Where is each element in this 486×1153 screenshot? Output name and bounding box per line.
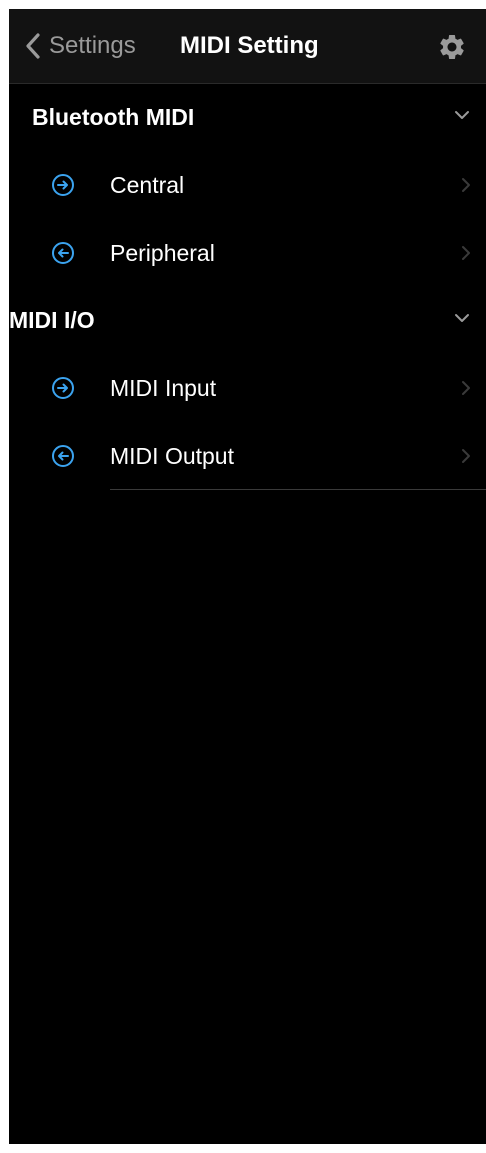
- list-item-label: Peripheral: [110, 240, 215, 266]
- section-title: Bluetooth MIDI: [32, 104, 195, 130]
- chevron-right-icon: [462, 449, 470, 463]
- list-item-label: MIDI Input: [110, 375, 217, 401]
- chevron-right-icon: [462, 246, 470, 260]
- back-label: Settings: [49, 32, 136, 59]
- section-header-bluetooth-midi[interactable]: Bluetooth MIDI: [9, 84, 486, 150]
- section-header-midi-io[interactable]: MIDI I/O: [9, 287, 486, 353]
- page-title: MIDI Setting: [180, 32, 319, 59]
- gear-icon[interactable]: [437, 32, 467, 62]
- list-item-label: Central: [110, 172, 185, 198]
- chevron-down-icon: [455, 111, 469, 119]
- arrow-right-circle-icon: [52, 377, 74, 399]
- chevron-right-icon: [462, 381, 470, 395]
- app-screen: Settings MIDI Setting Bluetooth MIDI Cen…: [9, 9, 486, 1144]
- list-item-label: MIDI Output: [110, 443, 234, 469]
- list-item-peripheral[interactable]: Peripheral: [9, 219, 486, 287]
- arrow-left-circle-icon: [52, 242, 74, 264]
- section-title: MIDI I/O: [9, 307, 95, 333]
- chevron-left-icon: [26, 33, 40, 59]
- list-item-central[interactable]: Central: [9, 151, 486, 219]
- back-button[interactable]: Settings: [25, 29, 136, 63]
- chevron-down-icon: [455, 314, 469, 322]
- list-item-midi-output[interactable]: MIDI Output: [9, 422, 486, 490]
- navigation-bar: Settings MIDI Setting: [9, 9, 486, 84]
- list-item-midi-input[interactable]: MIDI Input: [9, 354, 486, 422]
- list-divider: [110, 489, 486, 490]
- arrow-left-circle-icon: [52, 445, 74, 467]
- arrow-right-circle-icon: [52, 174, 74, 196]
- chevron-right-icon: [462, 178, 470, 192]
